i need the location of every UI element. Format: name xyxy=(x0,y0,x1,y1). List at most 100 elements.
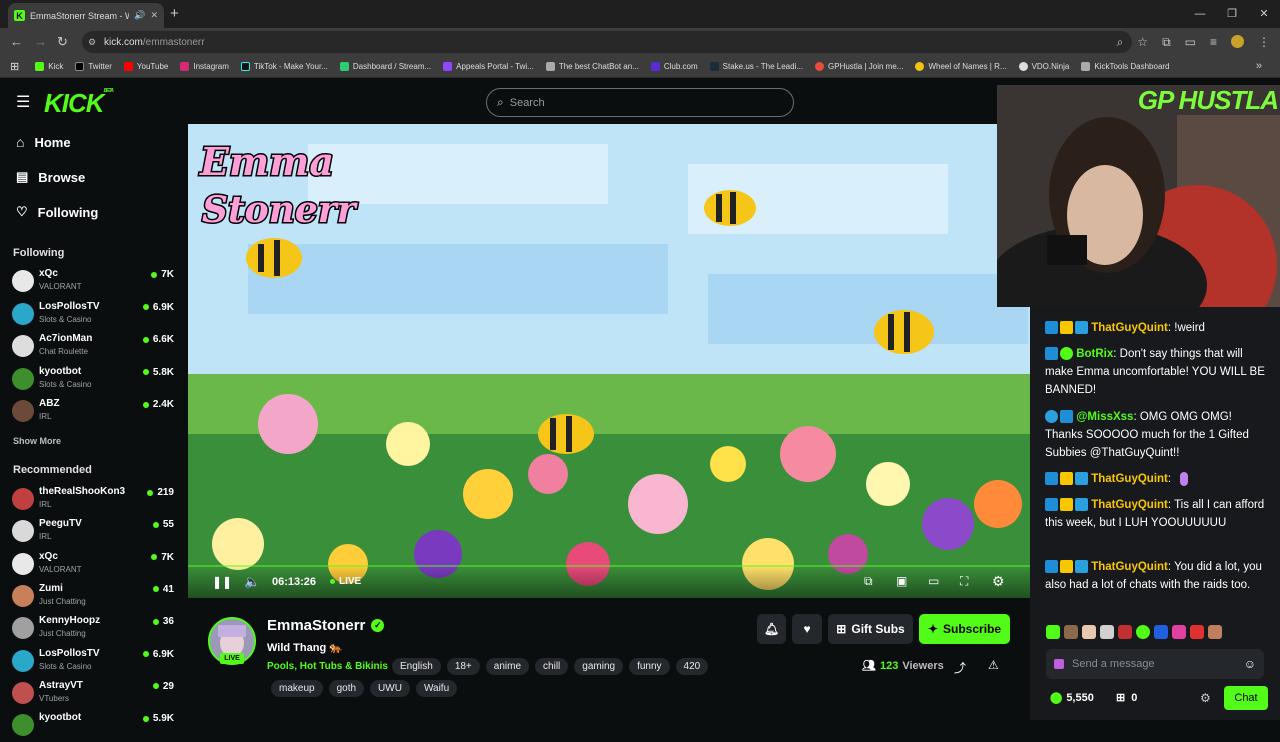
bookmark-appeals[interactable]: Appeals Portal - Twi... xyxy=(443,62,534,71)
chat-username[interactable]: ThatGuyQuint xyxy=(1091,473,1168,485)
profile-avatar[interactable] xyxy=(1231,35,1244,48)
chat-username[interactable]: ThatGuyQuint xyxy=(1091,561,1168,573)
pip-icon[interactable]: ⧉ xyxy=(864,574,873,589)
bookmark-youtube[interactable]: YouTube xyxy=(123,62,168,71)
bookmark-chatbot[interactable]: The best ChatBot an... xyxy=(545,62,639,71)
fullscreen-icon[interactable]: ⛶ xyxy=(960,574,968,589)
forward-icon[interactable]: → xyxy=(34,34,47,49)
sidebar-channel[interactable]: AstrayVT VTubers 29 xyxy=(10,678,178,710)
tab-close-icon[interactable]: ✕ xyxy=(150,10,158,21)
stream-tag[interactable]: anime xyxy=(485,658,530,675)
gift-counter[interactable]: ⊞ 0 xyxy=(1116,691,1137,705)
cast-icon[interactable]: ▭ xyxy=(1185,35,1196,50)
sidebar-item-following[interactable]: ♡ Following xyxy=(16,204,98,220)
hamburger-menu-icon[interactable]: ☰ xyxy=(16,92,30,112)
bookmark-dashboard[interactable]: Dashboard / Stream... xyxy=(339,62,431,71)
sidebar-channel[interactable]: LosPollosTV Slots & Casino 6.9K xyxy=(10,646,178,678)
sidebar-channel[interactable]: LosPollosTV Slots & Casino 6.9K xyxy=(10,299,178,331)
emoji-picker-icon[interactable]: ☺ xyxy=(1244,657,1256,671)
stream-tag[interactable]: Waifu xyxy=(415,680,458,697)
sidebar-channel[interactable]: PeeguTV IRL 55 xyxy=(10,516,178,548)
browser-menu-icon[interactable]: ⋮ xyxy=(1258,35,1270,50)
bookmark-twitter[interactable]: Twitter xyxy=(75,62,112,71)
show-more-link[interactable]: Show More xyxy=(13,436,61,446)
sidebar-channel[interactable]: Ac7ionMan Chat Roulette 6.6K xyxy=(10,331,178,363)
chat-message-input[interactable]: Send a message ☺ xyxy=(1046,649,1264,679)
bookmark-stake[interactable]: Stake.us - The Leadi... xyxy=(709,62,803,71)
bookmark-kicktools[interactable]: KickTools Dashboard xyxy=(1081,62,1170,71)
emote-icon[interactable] xyxy=(1046,625,1060,639)
emote-icon[interactable] xyxy=(1208,625,1222,639)
sidebar-channel[interactable]: KennyHoopz Just Chatting 36 xyxy=(10,613,178,645)
streamer-name[interactable]: EmmaStonerr ✓ xyxy=(267,617,385,634)
follow-heart-button[interactable]: ♥ xyxy=(792,614,822,644)
apps-icon[interactable]: ⊞ xyxy=(10,60,19,73)
sidebar-channel[interactable]: kyootbot 5.9K xyxy=(10,710,178,742)
share-icon[interactable]: ⤴ xyxy=(954,659,966,676)
gift-subs-button[interactable]: ⊞ Gift Subs xyxy=(828,614,913,644)
reload-icon[interactable]: ↻ xyxy=(57,34,68,50)
subscribe-button[interactable]: ✦ Subscribe xyxy=(919,614,1010,644)
settings-gear-icon[interactable]: ⚙ xyxy=(992,573,1005,590)
volume-icon[interactable]: 🔈 xyxy=(244,574,260,590)
search-input[interactable]: ⌕ Search xyxy=(486,88,794,117)
new-tab-button[interactable]: + xyxy=(170,5,179,22)
sidebar-channel[interactable]: xQc VALORANT 7K xyxy=(10,266,178,298)
bookmark-tiktok[interactable]: TikTok - Make Your... xyxy=(240,62,328,71)
sidebar-channel[interactable]: kyootbot Slots & Casino 5.8K xyxy=(10,364,178,396)
stream-tag[interactable]: 18+ xyxy=(446,658,480,675)
minimize-icon[interactable]: — xyxy=(1184,0,1216,28)
sidebar-channel[interactable]: ABZ IRL 2.4K xyxy=(10,396,178,428)
stream-tag[interactable]: English xyxy=(392,658,441,675)
theater-mode-icon[interactable]: ▭ xyxy=(928,574,939,588)
channel-points[interactable]: ⬤ 5,550 xyxy=(1050,691,1094,705)
clip-icon[interactable]: ▣ xyxy=(896,574,907,588)
chat-username[interactable]: ThatGuyQuint xyxy=(1091,322,1168,334)
bookmark-gphustla[interactable]: GPHustla | Join me... xyxy=(815,62,903,71)
sidebar-item-browse[interactable]: ▤ Browse xyxy=(16,169,85,185)
emote-icon[interactable] xyxy=(1136,625,1150,639)
pause-icon[interactable]: ❚❚ xyxy=(212,575,232,589)
stream-tag[interactable]: chill xyxy=(535,658,569,675)
kick-logo[interactable]: KICKBETA xyxy=(44,88,114,119)
stream-category-link[interactable]: Pools, Hot Tubs & Bikinis xyxy=(267,661,388,672)
bookmark-kick[interactable]: Kick xyxy=(35,62,63,71)
chat-username[interactable]: BotRix xyxy=(1076,348,1113,360)
chat-send-button[interactable]: Chat xyxy=(1224,686,1268,710)
emote-icon[interactable] xyxy=(1118,625,1132,639)
chat-username[interactable]: ThatGuyQuint xyxy=(1091,499,1168,511)
report-warning-icon[interactable]: ⚠ xyxy=(988,658,999,672)
sidebar-channel[interactable]: xQc VALORANT 7K xyxy=(10,549,178,581)
stream-tag[interactable]: gaming xyxy=(574,658,624,675)
chat-username[interactable]: @MissXss xyxy=(1076,411,1133,423)
sidebar-item-home[interactable]: ⌂ Home xyxy=(16,134,71,150)
stream-tag[interactable]: 420 xyxy=(675,658,709,675)
emote-icon[interactable] xyxy=(1190,625,1204,639)
chat-settings-icon[interactable]: ⚙ xyxy=(1200,691,1211,705)
window-close-icon[interactable]: ✕ xyxy=(1248,0,1280,28)
stream-tag[interactable]: UWU xyxy=(370,680,410,697)
extensions-icon[interactable]: ⧉ xyxy=(1162,35,1171,50)
site-info-icon[interactable]: ⚙ xyxy=(88,37,96,48)
sidebar-channel[interactable]: theRealShooKon3 IRL 219 xyxy=(10,484,178,516)
bookmark-instagram[interactable]: Instagram xyxy=(180,62,229,71)
back-icon[interactable]: ← xyxy=(10,34,23,49)
chat-settings-user-icon[interactable] xyxy=(1054,659,1064,669)
bookmark-club[interactable]: Club.com xyxy=(650,62,698,71)
emote-icon[interactable] xyxy=(1082,625,1096,639)
bookmark-star-icon[interactable]: ☆ xyxy=(1137,35,1148,50)
emote-icon[interactable] xyxy=(1064,625,1078,639)
stream-tag[interactable]: makeup xyxy=(271,680,323,697)
bookmark-wheel[interactable]: Wheel of Names | R... xyxy=(915,62,1007,71)
emote-icon[interactable] xyxy=(1172,625,1186,639)
url-bar[interactable]: ⚙ kick.com/emmastonerr xyxy=(82,31,1132,53)
stream-tag[interactable]: goth xyxy=(328,680,365,697)
stream-tag[interactable]: funny xyxy=(629,658,670,675)
zoom-icon[interactable]: ⌕ xyxy=(1117,35,1124,50)
media-icon[interactable]: ≡ xyxy=(1210,35,1217,50)
browser-tab[interactable]: K EmmaStonerr Stream - Wat 🔊 ✕ xyxy=(8,3,164,28)
emote-icon[interactable] xyxy=(1100,625,1114,639)
sidebar-channel[interactable]: Zumi Just Chatting 41 xyxy=(10,581,178,613)
maximize-icon[interactable]: ❐ xyxy=(1216,0,1248,28)
notification-bell-button[interactable]: 🔔︎ xyxy=(757,614,786,644)
